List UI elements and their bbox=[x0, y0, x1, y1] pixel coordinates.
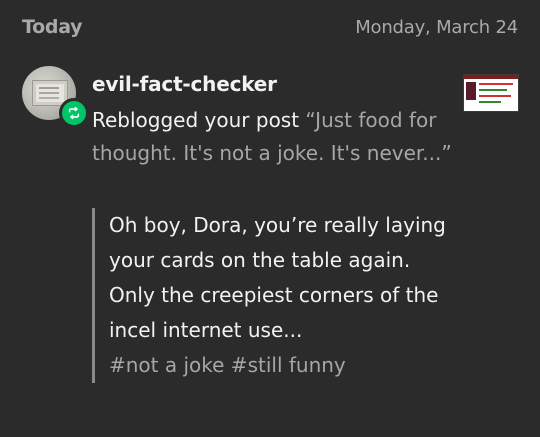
day-header: Today Monday, March 24 bbox=[22, 14, 518, 40]
activity-action: Reblogged your post bbox=[92, 108, 300, 132]
username-link[interactable]: evil-fact-checker bbox=[92, 72, 277, 96]
thumbnail-header bbox=[464, 75, 518, 79]
quote-body: Oh boy, Dora, you’re really laying your … bbox=[109, 213, 446, 342]
day-label: Today bbox=[22, 16, 83, 38]
thumbnail-line bbox=[479, 83, 513, 85]
activity-text[interactable]: Reblogged your post “Just food for thoug… bbox=[92, 104, 452, 170]
quote-tags: #not a joke #still funny bbox=[109, 353, 346, 377]
thumbnail-line bbox=[479, 95, 511, 97]
thumbnail-line bbox=[479, 89, 507, 91]
date-label: Monday, March 24 bbox=[355, 16, 518, 38]
reblog-quote[interactable]: Oh boy, Dora, you’re really laying your … bbox=[92, 208, 449, 383]
thumbnail-line bbox=[479, 101, 501, 103]
thumbnail-image bbox=[466, 82, 476, 100]
reblog-arrows-icon bbox=[68, 106, 80, 120]
post-thumbnail[interactable] bbox=[463, 74, 519, 112]
reblog-icon bbox=[59, 98, 89, 128]
